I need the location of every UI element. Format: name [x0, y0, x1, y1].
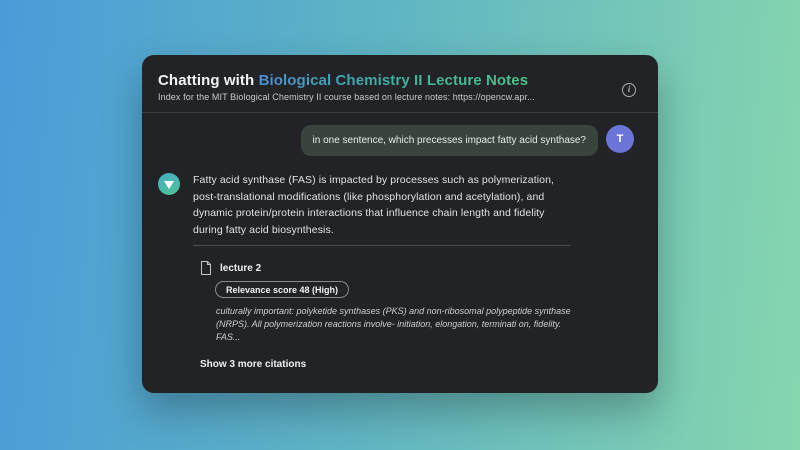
- chat-area: in one sentence, which precesses impact …: [142, 113, 658, 372]
- index-description: Index for the MIT Biological Chemistry I…: [158, 92, 535, 102]
- document-icon: [201, 261, 211, 275]
- triangle-logo-icon: [164, 180, 174, 189]
- user-message-row: in one sentence, which precesses impact …: [158, 125, 634, 156]
- show-more-citations-button[interactable]: Show 3 more citations: [200, 359, 306, 370]
- info-icon[interactable]: i: [622, 83, 636, 97]
- page-title: Chatting with Biological Chemistry II Le…: [158, 72, 642, 89]
- citation-snippet-text: culturally important: polyketide synthas…: [216, 306, 571, 342]
- user-message-bubble: in one sentence, which precesses impact …: [300, 125, 598, 156]
- citation-block: lecture 2 Relevance score 48 (High) cult…: [200, 261, 575, 372]
- assistant-message-body: Fatty acid synthase (FAS) is impacted by…: [193, 172, 575, 372]
- relevance-score-badge[interactable]: Relevance score 48 (High): [215, 281, 350, 298]
- assistant-answer-text: Fatty acid synthase (FAS) is impacted by…: [193, 174, 555, 236]
- page-title-subject: Biological Chemistry II Lecture Notes: [258, 72, 529, 89]
- page-title-prefix: Chatting with: [158, 72, 259, 89]
- chat-header: Chatting with Biological Chemistry II Le…: [142, 55, 658, 113]
- citation-source-label: lecture 2: [220, 262, 262, 274]
- answer-citation-divider: [193, 245, 571, 246]
- assistant-avatar: [158, 173, 180, 195]
- chat-card: Chatting with Biological Chemistry II Le…: [142, 55, 658, 393]
- citation-source-row: lecture 2: [200, 261, 575, 275]
- assistant-message-row: Fatty acid synthase (FAS) is impacted by…: [158, 172, 634, 372]
- user-avatar: T: [606, 125, 634, 153]
